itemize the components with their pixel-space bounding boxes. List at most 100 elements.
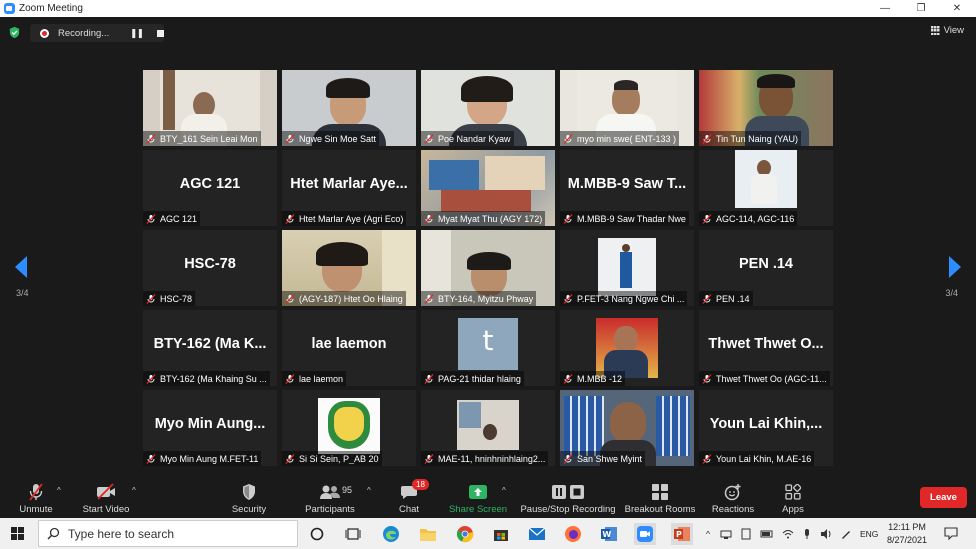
video-options-caret-icon[interactable]: ^	[132, 486, 136, 495]
previous-page-arrow-icon[interactable]	[14, 255, 28, 279]
pause-stop-recording-button[interactable]: Pause/Stop Recording	[520, 477, 616, 517]
muted-mic-icon	[702, 293, 712, 304]
language-indicator[interactable]: ENG	[860, 529, 878, 539]
windows-start-icon[interactable]	[11, 527, 24, 540]
apps-icon	[785, 484, 801, 500]
participant-tile[interactable]: Thwet Thwet O... Thwet Thwet Oo (AGC-11..…	[699, 310, 833, 386]
muted-mic-icon	[285, 453, 295, 464]
network-icon[interactable]	[720, 528, 732, 540]
pause-recording-icon[interactable]: ❚❚	[130, 28, 144, 39]
participant-name-label: (AGY-187) Htet Oo Hlaing	[282, 291, 406, 306]
share-screen-button[interactable]: Share Screen	[448, 477, 508, 517]
encryption-shield-icon[interactable]	[8, 26, 21, 39]
file-explorer-icon[interactable]	[417, 523, 439, 545]
participant-tile[interactable]: Si Si Sein, P_AB 20	[282, 390, 416, 466]
muted-mic-icon	[285, 133, 295, 144]
participant-tile[interactable]: Youn Lai Khin,... Youn Lai Khin, M.AE-16	[699, 390, 833, 466]
participant-name: BTY-164, Myitzu Phway	[438, 293, 534, 304]
edge-browser-icon[interactable]	[380, 523, 402, 545]
participant-display-name: BTY-162 (Ma K...	[153, 336, 267, 352]
muted-mic-icon	[563, 293, 573, 304]
stop-recording-icon[interactable]	[157, 29, 164, 37]
battery-icon[interactable]	[760, 528, 774, 540]
participant-tile[interactable]: AGC-114, AGC-116	[699, 150, 833, 226]
taskbar-clock[interactable]: 12:11 PM 8/27/2021	[880, 521, 934, 547]
participant-name-label: Myat Myat Thu (AGY 172)	[421, 211, 546, 226]
wifi-icon[interactable]	[782, 528, 794, 540]
participant-tile[interactable]: Ngwe Sin Moe Satt	[282, 70, 416, 146]
participant-name: P.FET-3 Nang Ngwe Chi ...	[577, 293, 685, 304]
participant-tile[interactable]: MAE-11, hninhninhlaing2...	[421, 390, 555, 466]
start-video-button[interactable]: Start Video	[78, 477, 134, 517]
participant-tile[interactable]: (AGY-187) Htet Oo Hlaing	[282, 230, 416, 306]
share-options-caret-icon[interactable]: ^	[502, 486, 506, 495]
meeting-stage: Recording... ❚❚ View 3/4 3/4 BTY_161 Sei…	[0, 17, 976, 477]
next-page-arrow-icon[interactable]	[948, 255, 962, 279]
participant-tile[interactable]: ttPAG-21 thidar hlaing	[421, 310, 555, 386]
participant-tile[interactable]: P.FET-3 Nang Ngwe Chi ...	[560, 230, 694, 306]
muted-mic-icon	[702, 373, 712, 384]
participant-tile[interactable]: Htet Marlar Aye... Htet Marlar Aye (Agri …	[282, 150, 416, 226]
microsoft-store-icon[interactable]	[490, 523, 512, 545]
participant-name-label: Myo Min Aung M.FET-11	[143, 451, 262, 466]
participant-name-label: M.MBB-9 Saw Thadar Nwe	[560, 211, 689, 226]
restore-button[interactable]: ❐	[902, 0, 940, 17]
participant-display-name: Myo Min Aung...	[154, 416, 266, 432]
leave-button[interactable]: Leave	[920, 487, 967, 508]
participant-tile[interactable]: M.MBB -12	[560, 310, 694, 386]
participant-name-label: lae laemon	[282, 371, 347, 386]
participant-tile[interactable]: PEN .14 PEN .14	[699, 230, 833, 306]
title-bar: Zoom Meeting — ❐ ✕	[0, 0, 976, 17]
microphone-tray-icon[interactable]	[802, 528, 812, 540]
participant-display-name: M.MBB-9 Saw T...	[567, 176, 687, 192]
participant-tile[interactable]: M.MBB-9 Saw T... M.MBB-9 Saw Thadar Nwe	[560, 150, 694, 226]
minimize-button[interactable]: —	[866, 0, 904, 17]
participant-display-name: AGC 121	[179, 176, 241, 192]
cortana-icon[interactable]	[306, 523, 328, 545]
participant-name: PAG-21 thidar hlaing	[438, 373, 521, 384]
security-button[interactable]: Security	[226, 477, 272, 517]
participant-tile[interactable]: AGC 121 AGC 121	[143, 150, 277, 226]
powerpoint-icon[interactable]: P	[671, 523, 693, 545]
taskbar-search-box[interactable]: Type here to search	[38, 520, 298, 547]
participant-tile[interactable]: Myo Min Aung... Myo Min Aung M.FET-11	[143, 390, 277, 466]
participant-tile[interactable]: lae laemon lae laemon	[282, 310, 416, 386]
muted-mic-icon	[424, 373, 434, 384]
apps-button[interactable]: Apps	[776, 477, 810, 517]
firefox-icon[interactable]	[562, 523, 584, 545]
participant-tile[interactable]: Myat Myat Thu (AGY 172)	[421, 150, 555, 226]
zoom-logo-icon	[4, 3, 15, 14]
unmute-button[interactable]: Unmute	[14, 477, 58, 517]
participants-button[interactable]: Participants	[302, 477, 358, 517]
chrome-icon[interactable]	[454, 523, 476, 545]
participant-tile[interactable]: Poe Nandar Kyaw	[421, 70, 555, 146]
participant-tile[interactable]: myo min swe( ENT-133 )	[560, 70, 694, 146]
participant-tile[interactable]: HSC-78 HSC-78	[143, 230, 277, 306]
recording-status: Recording...	[57, 27, 110, 39]
zoom-taskbar-icon[interactable]	[634, 523, 656, 545]
word-icon[interactable]: W	[598, 523, 620, 545]
show-hidden-icons-chevron-icon[interactable]: ^	[706, 529, 710, 539]
participant-tile[interactable]: BTY_161 Sein Leai Mon	[143, 70, 277, 146]
audio-options-caret-icon[interactable]: ^	[57, 486, 61, 495]
volume-icon[interactable]	[820, 528, 832, 540]
page-indicator-left: 3/4	[16, 288, 29, 298]
breakout-rooms-button[interactable]: Breakout Rooms	[624, 477, 696, 517]
mail-icon[interactable]	[526, 523, 548, 545]
recording-dot-icon	[40, 28, 49, 38]
tray-app-icon[interactable]	[740, 528, 752, 540]
participant-name-label: P.FET-3 Nang Ngwe Chi ...	[560, 291, 688, 306]
close-button[interactable]: ✕	[938, 0, 976, 17]
pen-icon[interactable]	[840, 528, 852, 540]
view-button[interactable]: View	[930, 25, 964, 36]
participant-name-label: BTY-162 (Ma Khaing Su ...	[143, 371, 270, 386]
participant-tile[interactable]: San Shwe Myint	[560, 390, 694, 466]
task-view-icon[interactable]	[342, 523, 364, 545]
reactions-button[interactable]: Reactions	[710, 477, 756, 517]
participant-tile[interactable]: Tin Tun Naing (YAU)	[699, 70, 833, 146]
participant-name-label: AGC-114, AGC-116	[699, 211, 798, 226]
participant-tile[interactable]: BTY-164, Myitzu Phway	[421, 230, 555, 306]
participant-tile[interactable]: BTY-162 (Ma K... BTY-162 (Ma Khaing Su ..…	[143, 310, 277, 386]
participants-options-caret-icon[interactable]: ^	[367, 486, 371, 495]
notifications-icon[interactable]	[944, 527, 958, 540]
